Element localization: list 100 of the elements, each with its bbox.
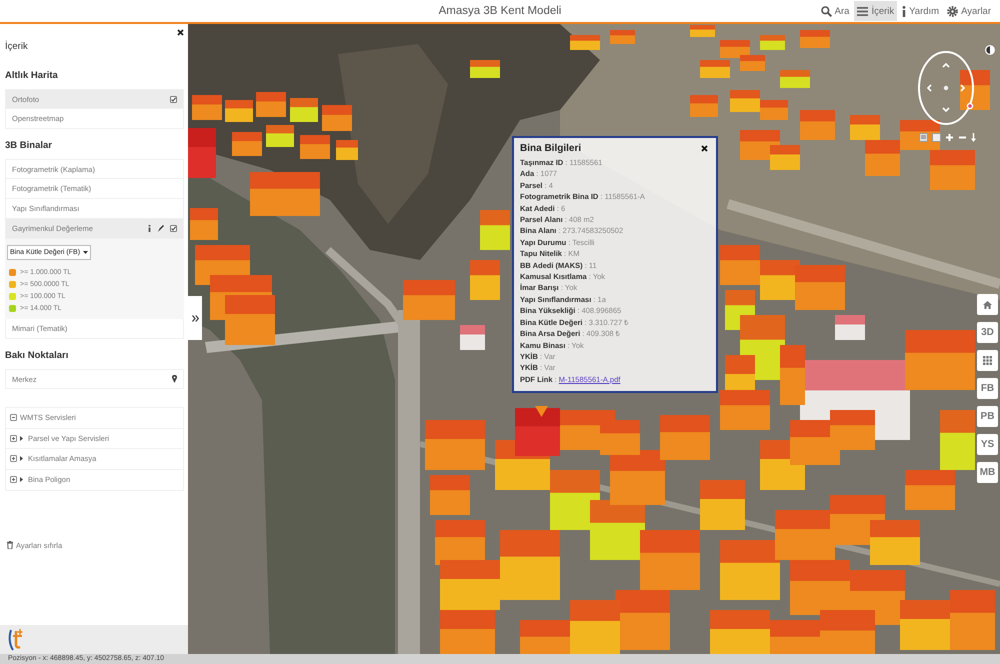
building [820, 610, 875, 654]
building [770, 145, 800, 170]
building [256, 92, 286, 117]
building [300, 135, 330, 159]
section-heading: Altlık Harita [5, 69, 59, 83]
building [960, 70, 990, 110]
building [500, 530, 560, 600]
building [640, 530, 700, 590]
building [930, 150, 975, 190]
building [470, 260, 500, 300]
panel-title: İçerik [5, 40, 29, 54]
nav-button[interactable]: İçerik [854, 1, 898, 21]
map-tool-button[interactable]: MB [977, 462, 998, 483]
building [403, 280, 455, 320]
square-icon[interactable] [932, 133, 941, 142]
building [835, 315, 865, 340]
building [615, 590, 670, 650]
map-tool-button[interactable]: YS [977, 434, 998, 455]
building [610, 30, 635, 44]
logo-icon [8, 628, 24, 651]
building [440, 610, 495, 654]
section-heading: 3B Binalar [5, 139, 53, 153]
building [800, 30, 830, 48]
building [440, 560, 500, 610]
map-tool-button[interactable]: 3D [977, 322, 998, 343]
gear-icon [947, 6, 958, 16]
info-icon[interactable] [148, 225, 151, 232]
caret-right-icon [20, 456, 23, 462]
close-icon [177, 28, 184, 36]
building [660, 415, 710, 460]
building [225, 295, 275, 345]
collapse-tab[interactable] [188, 296, 202, 340]
building [515, 408, 560, 456]
building [690, 95, 718, 117]
grid-button[interactable] [977, 350, 998, 371]
chevron-down-icon[interactable] [942, 107, 950, 112]
home-icon [983, 300, 992, 308]
menu-icon [857, 6, 868, 16]
map-tool-button[interactable]: PB [977, 406, 998, 427]
building [266, 125, 294, 147]
building [192, 95, 222, 120]
building [790, 560, 850, 615]
caret-down-icon [83, 251, 88, 254]
building [570, 35, 600, 50]
building [700, 480, 745, 530]
building [470, 60, 500, 78]
building [290, 98, 318, 122]
square-icon[interactable] [919, 133, 928, 142]
building [425, 420, 485, 470]
pin-icon [172, 375, 177, 383]
compass-ring[interactable] [918, 51, 974, 125]
center-dot-icon[interactable] [944, 86, 948, 90]
info-icon [902, 6, 906, 16]
plus-box-icon [10, 434, 17, 442]
half-circle-icon[interactable] [985, 45, 995, 55]
checkbox-icon[interactable] [170, 96, 177, 102]
building [795, 265, 845, 310]
home-button[interactable] [977, 294, 998, 315]
nav-button[interactable]: Yardım [899, 1, 942, 21]
window-title: Amasya 3B Kent Modeli [438, 5, 562, 17]
building [336, 140, 358, 160]
caret-right-icon [20, 477, 23, 482]
checkbox-icon[interactable] [170, 225, 177, 232]
plus-box-icon [10, 455, 17, 462]
double-chevron-icon [192, 314, 198, 322]
building [232, 132, 262, 156]
building [720, 245, 760, 285]
building [740, 55, 765, 71]
close-button[interactable] [699, 142, 710, 154]
building [900, 600, 950, 650]
close-icon [701, 144, 708, 152]
chevron-left-icon[interactable] [926, 84, 932, 92]
building [460, 325, 485, 350]
chevron-up-icon[interactable] [942, 62, 950, 68]
building [225, 100, 253, 122]
building [760, 100, 788, 120]
building [690, 25, 715, 37]
chevron-right-icon[interactable] [960, 84, 966, 92]
building [760, 35, 785, 50]
building [720, 40, 750, 58]
arrow-down-icon[interactable] [971, 133, 976, 142]
marker-dot-icon[interactable] [966, 102, 974, 110]
building [710, 610, 770, 654]
nav-button[interactable]: Ayarlar [944, 1, 994, 21]
nav-button[interactable]: Ara [818, 1, 852, 21]
brush-icon[interactable] [157, 225, 164, 232]
close-button[interactable] [175, 26, 186, 38]
map-tool-button[interactable]: FB [977, 378, 998, 399]
building [800, 110, 835, 140]
building [870, 520, 920, 565]
caret-right-icon [20, 436, 23, 441]
building [550, 470, 600, 530]
building [775, 510, 835, 560]
building [780, 70, 810, 88]
section-heading: Bakı Noktaları [5, 349, 70, 363]
popup-title: Bina Bilgileri [520, 142, 582, 154]
building [190, 208, 218, 240]
building [430, 475, 470, 515]
building [720, 540, 780, 600]
zoom-in-icon[interactable] [945, 133, 954, 142]
